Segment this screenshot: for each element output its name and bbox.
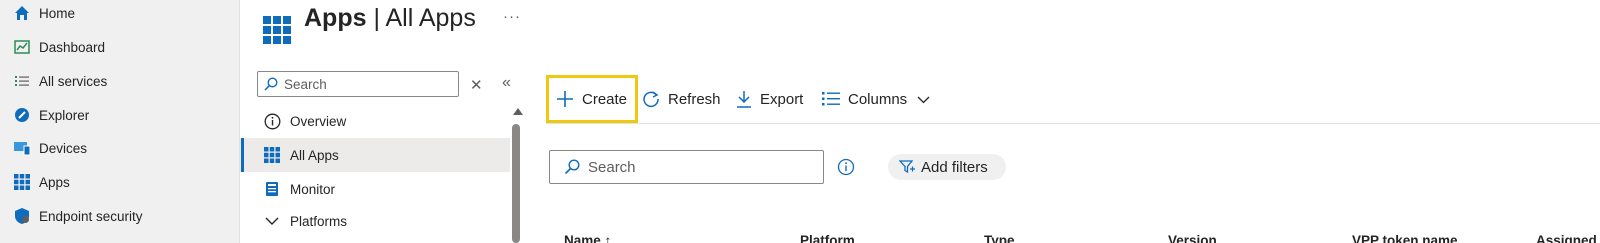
add-filters-label: Add filters: [921, 158, 988, 176]
create-label: Create: [582, 90, 628, 108]
apps-icon: [12, 172, 32, 192]
page-title-rest: | All Apps: [366, 4, 476, 32]
monitor-icon: [263, 180, 281, 198]
nav-item-endpoint-security[interactable]: Endpoint security: [12, 204, 143, 228]
nav-item-label: Dashboard: [39, 39, 106, 55]
apps-title-icon: [263, 16, 291, 49]
menu-item-overview[interactable]: Overview: [240, 104, 510, 138]
nav-item-label: Devices: [39, 140, 88, 156]
more-options-button[interactable]: ···: [503, 8, 521, 25]
scrollbar-thumb[interactable]: [512, 124, 520, 243]
shield-icon: [12, 206, 32, 226]
left-navigation: Home Dashboard All services Explorer Dev…: [0, 0, 240, 243]
active-indicator: [241, 138, 244, 172]
explorer-icon: [12, 105, 32, 125]
apps-grid-icon: [263, 146, 281, 164]
page-title: Apps | All Apps: [304, 4, 476, 33]
nav-item-label: Explorer: [39, 107, 90, 123]
column-header-assigned[interactable]: Assigned: [1536, 233, 1597, 243]
nav-item-explorer[interactable]: Explorer: [12, 103, 89, 127]
columns-button[interactable]: Columns: [822, 86, 930, 112]
info-icon[interactable]: [837, 158, 855, 181]
add-filters-button[interactable]: Add filters: [888, 154, 1006, 180]
column-header-version[interactable]: Version: [1168, 233, 1217, 243]
refresh-icon: [642, 90, 660, 108]
menu-item-all-apps[interactable]: All Apps: [240, 138, 510, 172]
export-button[interactable]: Export: [736, 86, 803, 112]
list-icon: [12, 71, 32, 91]
refresh-label: Refresh: [668, 90, 721, 108]
menu-item-label: Platforms: [290, 213, 348, 229]
column-header-name[interactable]: Name ↑: [564, 233, 611, 243]
apps-search-placeholder: Search: [588, 158, 636, 176]
menu-item-label: All Apps: [290, 147, 339, 163]
devices-icon: [12, 138, 32, 158]
dashboard-icon: [12, 37, 32, 57]
search-icon: [264, 77, 278, 91]
menu-item-label: Overview: [290, 113, 347, 129]
nav-item-dashboard[interactable]: Dashboard: [12, 35, 105, 59]
collapse-menu-icon[interactable]: «: [502, 74, 511, 92]
plus-icon: [556, 90, 574, 108]
chevron-down-icon: [263, 212, 281, 230]
nav-item-label: Home: [39, 5, 76, 21]
nav-item-all-services[interactable]: All services: [12, 69, 107, 93]
create-button[interactable]: Create: [556, 86, 627, 112]
refresh-button[interactable]: Refresh: [642, 86, 721, 112]
menu-item-label: Monitor: [290, 181, 336, 197]
clear-search-icon[interactable]: ✕: [470, 76, 483, 94]
nav-item-apps[interactable]: Apps: [12, 170, 70, 194]
download-icon: [736, 90, 752, 108]
page-title-bold: Apps: [304, 4, 367, 32]
nav-item-devices[interactable]: Devices: [12, 136, 87, 160]
apps-search-input[interactable]: Search: [549, 150, 824, 184]
menu-search-placeholder: Search: [284, 76, 327, 92]
scroll-up-arrow[interactable]: [513, 108, 523, 115]
menu-item-monitor[interactable]: Monitor: [240, 172, 510, 206]
nav-item-home[interactable]: Home: [12, 1, 75, 25]
filter-icon: [899, 160, 915, 174]
columns-label: Columns: [848, 90, 908, 108]
column-header-type[interactable]: Type: [984, 233, 1015, 243]
export-label: Export: [760, 90, 804, 108]
columns-icon: [822, 91, 840, 107]
column-header-vpp-token-name[interactable]: VPP token name: [1352, 233, 1458, 243]
info-icon: [263, 112, 281, 130]
menu-item-platforms[interactable]: Platforms: [240, 204, 510, 238]
search-icon: [564, 159, 580, 175]
column-header-platform[interactable]: Platform: [800, 233, 855, 243]
nav-item-label: Endpoint security: [39, 208, 143, 224]
chevron-down-icon: [917, 95, 930, 104]
home-icon: [12, 3, 32, 23]
nav-item-label: All services: [39, 73, 108, 89]
menu-search-input[interactable]: Search: [257, 71, 459, 97]
nav-item-label: Apps: [39, 174, 70, 190]
command-bar-divider: [546, 123, 1600, 124]
